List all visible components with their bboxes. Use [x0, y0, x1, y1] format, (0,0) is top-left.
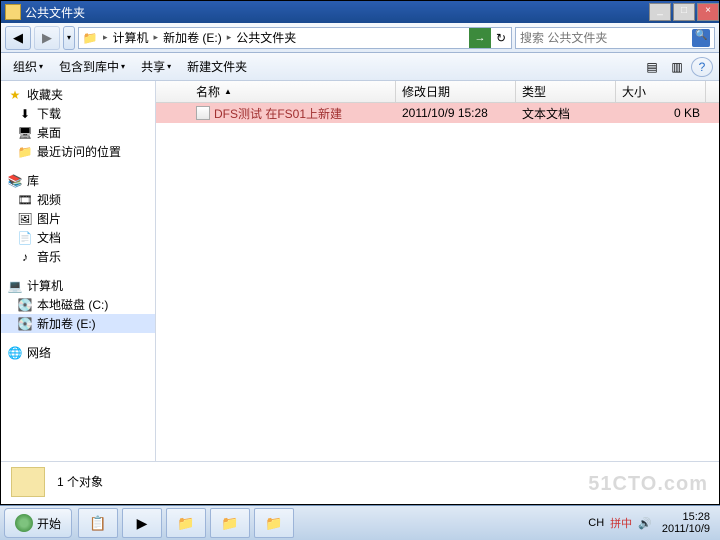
include-menu[interactable]: 包含到库中▾ [53, 56, 131, 77]
video-icon: 🎞 [17, 193, 33, 207]
close-button[interactable]: × [697, 3, 719, 21]
minimize-button[interactable]: _ [649, 3, 671, 21]
explorer-body: ★收藏夹 ⬇下载 🖥桌面 📁最近访问的位置 📚库 🎞视频 🖼图片 📄文档 ♪音乐… [1, 81, 719, 461]
system-tray[interactable]: CH 拼中 🔊 15:28 2011/10/9 [582, 511, 720, 535]
tree-item-downloads[interactable]: ⬇下载 [1, 104, 155, 123]
titlebar[interactable]: 公共文件夹 _ □ × [1, 1, 719, 23]
textfile-icon [196, 106, 210, 120]
share-menu[interactable]: 共享▾ [135, 56, 177, 77]
status-bar: 1 个对象 [1, 461, 719, 501]
file-size-cell: 0 KB [616, 106, 706, 120]
folder-icon: 📁 [17, 145, 33, 159]
taskbar: 开始 📋 ▶ 📁 📁 📁 CH 拼中 🔊 15:28 2011/10/9 [0, 505, 720, 540]
desktop-icon: 🖥 [17, 126, 33, 140]
col-date[interactable]: 修改日期 [396, 81, 516, 102]
file-date-cell: 2011/10/9 15:28 [396, 106, 516, 120]
address-bar[interactable]: 📁 ▸ 计算机 ▸ 新加卷 (E:) ▸ 公共文件夹 → ↻ [78, 27, 512, 49]
folder-icon: 📁 [82, 31, 98, 45]
back-button[interactable]: ◀ [5, 26, 31, 50]
tree-item-desktop[interactable]: 🖥桌面 [1, 123, 155, 142]
col-size[interactable]: 大小 [616, 81, 706, 102]
ime-indicator[interactable]: 拼中 [610, 515, 632, 531]
explorer-window: 公共文件夹 _ □ × ◀ ▶ ▾ 📁 ▸ 计算机 ▸ 新加卷 (E:) ▸ 公… [0, 0, 720, 505]
preview-button[interactable]: ▥ [666, 57, 688, 77]
file-name-cell: DFS测试 在FS01上新建 [156, 105, 396, 122]
go-button[interactable]: → [469, 28, 491, 48]
tree-computer[interactable]: 💻计算机 [1, 276, 155, 295]
file-list: 名称 ▲ 修改日期 类型 大小 DFS测试 在FS01上新建 2011/10/9… [156, 81, 719, 461]
chevron-icon: ▸ [225, 32, 234, 43]
tree-libraries[interactable]: 📚库 [1, 171, 155, 190]
folder-icon [11, 467, 45, 497]
window-controls: _ □ × [647, 3, 719, 21]
history-dropdown[interactable]: ▾ [63, 26, 75, 50]
toolbar: 组织▾ 包含到库中▾ 共享▾ 新建文件夹 ▤ ▥ ? [1, 53, 719, 81]
tree-item-documents[interactable]: 📄文档 [1, 228, 155, 247]
taskbar-app[interactable]: 📁 [210, 508, 250, 538]
taskbar-app[interactable]: 📁 [254, 508, 294, 538]
help-button[interactable]: ? [691, 57, 713, 77]
window-title: 公共文件夹 [25, 4, 647, 21]
start-button[interactable]: 开始 [4, 508, 72, 538]
download-icon: ⬇ [17, 107, 33, 121]
status-count: 1 个对象 [57, 473, 103, 490]
nav-tree[interactable]: ★收藏夹 ⬇下载 🖥桌面 📁最近访问的位置 📚库 🎞视频 🖼图片 📄文档 ♪音乐… [1, 81, 156, 461]
chevron-icon: ▸ [152, 32, 161, 43]
maximize-button[interactable]: □ [673, 3, 695, 21]
chevron-icon: ▸ [101, 32, 110, 43]
tree-item-drive-c[interactable]: 💽本地磁盘 (C:) [1, 295, 155, 314]
refresh-button[interactable]: ↻ [491, 31, 511, 45]
search-box[interactable]: 搜索 公共文件夹 [515, 27, 715, 49]
tree-item-videos[interactable]: 🎞视频 [1, 190, 155, 209]
search-placeholder: 搜索 公共文件夹 [520, 29, 607, 46]
lang-indicator[interactable]: CH [588, 517, 604, 529]
drive-icon: 💽 [17, 298, 33, 312]
breadcrumb-seg[interactable]: 公共文件夹 [233, 29, 299, 46]
breadcrumb-seg[interactable]: 新加卷 (E:) [160, 29, 225, 46]
view-button[interactable]: ▤ [641, 57, 663, 77]
tray-icon[interactable]: 🔊 [638, 517, 652, 530]
file-type-cell: 文本文档 [516, 105, 616, 122]
document-icon: 📄 [17, 231, 33, 245]
forward-button[interactable]: ▶ [34, 26, 60, 50]
search-icon[interactable] [692, 29, 710, 47]
col-type[interactable]: 类型 [516, 81, 616, 102]
tree-item-music[interactable]: ♪音乐 [1, 247, 155, 266]
nav-bar: ◀ ▶ ▾ 📁 ▸ 计算机 ▸ 新加卷 (E:) ▸ 公共文件夹 → ↻ 搜索 … [1, 23, 719, 53]
start-orb-icon [15, 514, 33, 532]
taskbar-app[interactable]: 📁 [166, 508, 206, 538]
drive-icon: 💽 [17, 317, 33, 331]
clock-time: 15:28 [662, 511, 710, 523]
library-icon: 📚 [7, 174, 23, 188]
star-icon: ★ [7, 88, 23, 102]
file-rows[interactable]: DFS测试 在FS01上新建 2011/10/9 15:28 文本文档 0 KB [156, 103, 719, 461]
clock-date: 2011/10/9 [662, 523, 710, 535]
network-icon: 🌐 [7, 346, 23, 360]
taskbar-app[interactable]: 📋 [78, 508, 118, 538]
picture-icon: 🖼 [17, 212, 33, 226]
breadcrumb-seg[interactable]: 计算机 [110, 29, 152, 46]
sort-icon: ▲ [224, 87, 232, 96]
col-name[interactable]: 名称 ▲ [156, 81, 396, 102]
new-folder-button[interactable]: 新建文件夹 [181, 56, 253, 77]
column-headers: 名称 ▲ 修改日期 类型 大小 [156, 81, 719, 103]
clock[interactable]: 15:28 2011/10/9 [658, 511, 714, 535]
tree-item-pictures[interactable]: 🖼图片 [1, 209, 155, 228]
tree-favorites[interactable]: ★收藏夹 [1, 85, 155, 104]
organize-menu[interactable]: 组织▾ [7, 56, 49, 77]
computer-icon: 💻 [7, 279, 23, 293]
tree-item-recent[interactable]: 📁最近访问的位置 [1, 142, 155, 161]
taskbar-app[interactable]: ▶ [122, 508, 162, 538]
music-icon: ♪ [17, 250, 33, 264]
file-row[interactable]: DFS测试 在FS01上新建 2011/10/9 15:28 文本文档 0 KB [156, 103, 719, 123]
tree-network[interactable]: 🌐网络 [1, 343, 155, 362]
folder-icon [5, 4, 21, 20]
tree-item-drive-e[interactable]: 💽新加卷 (E:) [1, 314, 155, 333]
